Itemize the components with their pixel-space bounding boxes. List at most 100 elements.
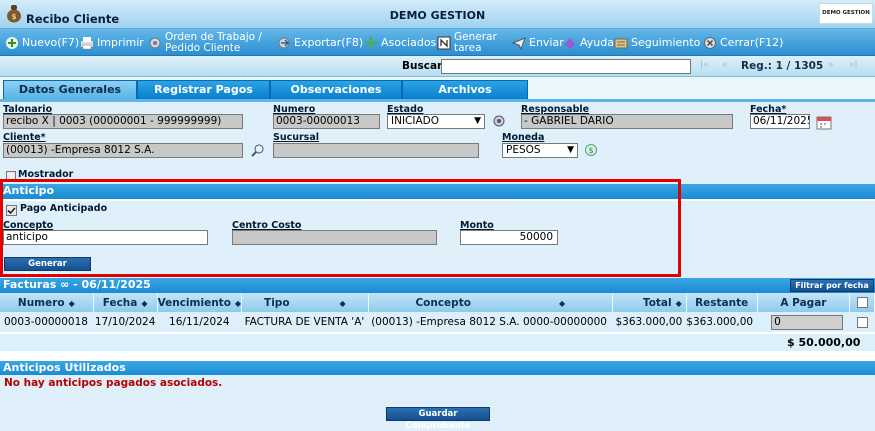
mostrador-checkbox[interactable] [6,171,16,181]
table-row[interactable]: 0003-00000018 17/10/2024 16/11/2024 FACT… [0,312,875,332]
anticipos-utilizados-panel: No hay anticipos pagados asociados. Guar… [0,375,875,431]
tracking-button[interactable]: Seguimiento [614,29,700,56]
record-counter: Reg.: 1 / 1305 [741,60,824,72]
sucursal-field[interactable] [273,143,479,158]
col-a-pagar[interactable]: A Pagar [757,293,851,312]
estado-select[interactable]: INICIADO ▼ [387,114,485,129]
work-order-button[interactable]: Orden de Trabajo / Pedido Cliente [148,29,262,56]
empty-message: No hay anticipos pagados asociados. [4,377,223,389]
search-icon[interactable] [251,143,265,157]
col-fecha-label: Fecha [102,296,138,309]
row-select-checkbox[interactable] [856,316,868,328]
new-doc-icon [6,36,18,49]
save-voucher-button[interactable]: Guardar Comprobante [386,407,490,431]
export-button-label: Exportar(F8) [294,36,364,49]
sort-icon: ◆ [68,298,75,308]
export-button[interactable]: Exportar(F8) [277,29,363,56]
cell-vencimiento: 16/11/2024 [157,312,242,332]
gear-icon[interactable] [492,114,506,128]
sort-icon: ◆ [141,298,148,308]
next-record-button[interactable]: » [828,60,834,70]
chevron-down-icon: ▼ [474,116,481,126]
generate-task-label-2: tarea [454,41,482,54]
sort-icon: ◆ [558,298,566,308]
last-record-button[interactable]: »| [849,60,858,70]
company-logo: DEMO GESTION [819,3,873,24]
first-record-button[interactable]: |« [700,60,709,70]
cell-select [849,312,875,332]
generate-task-button[interactable]: Generar tarea [437,29,497,56]
tab-archivos[interactable]: Archivos [402,80,528,99]
gear-icon [149,37,161,48]
work-order-label-2: Pedido Cliente [165,41,241,54]
generate-task-label-1: Generar [454,30,497,43]
tracking-button-label: Seguimiento [631,36,701,49]
select-all-checkbox[interactable] [856,297,868,308]
pago-anticipado-label: Pago Anticipado [20,203,108,214]
calendar-icon[interactable] [816,114,832,130]
new-button[interactable]: Nuevo(F7) [5,29,79,56]
chevron-down-icon: ▼ [567,145,574,155]
cliente-field[interactable]: (00013) -Empresa 8012 S.A. [3,143,243,158]
help-icon [565,37,575,49]
col-fecha[interactable]: Fecha ◆ [93,293,158,312]
fecha-field[interactable]: 06/11/2025 [750,114,810,129]
moneda-value: PESOS [506,144,541,156]
tracking-icon [614,38,628,48]
close-button[interactable]: Cerrar(F12) [703,29,783,56]
monto-field[interactable]: 50000 [460,230,558,245]
currency-icon[interactable]: $ [584,143,598,157]
tab-datos-generales[interactable]: Datos Generales [3,80,137,99]
mostrador-label: Mostrador [18,169,74,180]
col-select-all[interactable] [849,293,875,312]
new-button-label: Nuevo(F7) [22,36,80,49]
sort-icon: ◆ [339,298,346,308]
help-button[interactable]: Ayuda [563,29,614,56]
printer-icon [81,36,93,49]
anticipos-utilizados-header: Anticipos Utilizados [0,361,875,376]
svg-text:$: $ [588,146,593,155]
search-input[interactable] [441,59,691,74]
col-restante[interactable]: Restante [686,293,758,312]
col-vencimiento-label: Vencimiento [157,296,231,309]
col-numero-label: Numero [17,296,65,309]
total-row: $ 50.000,00 [0,334,875,351]
prev-record-button[interactable]: « [722,60,728,70]
a-pagar-input[interactable]: 0 [771,314,844,330]
talonario-field[interactable]: recibo X | 0003 (00000001 - 999999999) [3,114,243,129]
col-numero[interactable]: Numero ◆ [0,293,94,312]
cell-restante: $363.000,00 [686,312,758,332]
print-button[interactable]: Imprimir [80,29,144,56]
col-a-pagar-label: A Pagar [780,296,827,309]
col-total[interactable]: Total ◆ [612,293,687,312]
col-vencimiento[interactable]: Vencimiento ◆ [157,293,243,312]
send-button[interactable]: Enviar [512,29,564,56]
pago-anticipado-checkbox[interactable] [6,205,17,216]
centro-costo-field[interactable] [232,230,437,245]
filter-by-date-button[interactable]: Filtrar por fecha [790,279,874,292]
responsable-field[interactable]: - GABRIEL DARIO [521,114,733,129]
concepto-field[interactable]: anticipo [3,230,208,245]
print-button-label: Imprimir [97,36,144,49]
cell-a-pagar: 0 [757,312,850,332]
send-button-label: Enviar [529,36,564,49]
send-icon [512,36,526,50]
col-concepto-label: Concepto [415,296,471,309]
tab-bar: Datos Generales Registrar Pagos Observac… [0,77,875,99]
anticipo-panel: Pago Anticipado Concepto anticipo Centro… [0,201,875,281]
help-button-label: Ayuda [580,36,614,49]
col-tipo-label: Tipo [264,296,290,309]
export-icon [278,37,290,48]
associated-button-label: Asociados [381,36,437,49]
title-bar: $ Recibo Cliente DEMO GESTION DEMO GESTI… [0,0,875,29]
col-tipo[interactable]: Tipo ◆ [241,293,369,312]
generar-intereses-button[interactable]: Generar Intereses [4,257,91,281]
numero-field[interactable]: 0003-00000013 [273,114,380,129]
moneda-select[interactable]: PESOS ▼ [502,143,578,158]
cell-numero: 0003-00000018 [0,312,94,332]
tab-registrar-pagos[interactable]: Registrar Pagos [137,80,270,99]
col-concepto[interactable]: Concepto ◆ [368,293,613,312]
tab-observaciones[interactable]: Observaciones [270,80,402,99]
cell-fecha: 17/10/2024 [93,312,158,332]
associated-button[interactable]: Asociados [364,29,436,56]
